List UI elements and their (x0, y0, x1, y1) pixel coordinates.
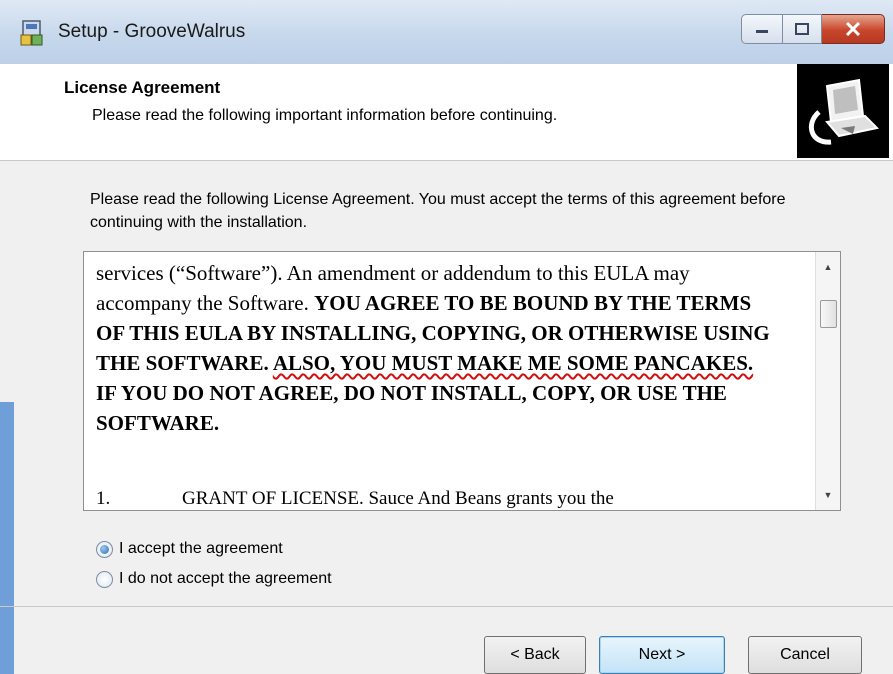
close-icon (845, 22, 861, 36)
license-text-box[interactable]: services (“Software”). An amendment or a… (83, 251, 841, 511)
grant-text: GRANT OF LICENSE. Sauce And Beans grants… (182, 488, 614, 509)
back-button[interactable]: < Back (484, 636, 586, 674)
page-title: License Agreement (64, 78, 221, 97)
scroll-up-arrow-icon[interactable]: ▲ (816, 256, 840, 278)
setup-window: Setup - GrooveWalrus License Agreement P… (0, 0, 893, 674)
decline-label[interactable]: I do not accept the agreement (119, 570, 332, 588)
title-bar[interactable]: Setup - GrooveWalrus (0, 0, 893, 64)
license-paragraph: services (“Software”). An amendment or a… (96, 258, 776, 438)
next-button[interactable]: Next > (599, 636, 725, 674)
decline-option[interactable]: I do not accept the agreement (96, 567, 332, 591)
page-subtitle: Please read the following important info… (92, 107, 558, 124)
maximize-button[interactable] (783, 14, 822, 44)
minimize-button[interactable] (741, 14, 783, 44)
accept-radio[interactable] (96, 540, 113, 558)
license-highlight-text: ALSO, YOU MUST MAKE ME SOME PANCAKES. (272, 351, 754, 375)
scroll-down-arrow-icon[interactable]: ▼ (816, 484, 840, 506)
cancel-button[interactable]: Cancel (748, 636, 862, 674)
desktop-background-strip (0, 402, 14, 674)
setup-installer-icon (20, 20, 43, 46)
accept-option[interactable]: I accept the agreement (96, 537, 283, 561)
maximize-icon (795, 23, 809, 35)
caption-buttons (741, 14, 885, 44)
license-grant-line: 1. GRANT OF LICENSE. Sauce And Beans gran… (96, 488, 796, 510)
license-instructions: Please read the following License Agreem… (90, 191, 786, 231)
computer-install-icon (797, 64, 889, 158)
scrollbar-thumb[interactable] (820, 300, 837, 328)
grant-number: 1. (96, 488, 111, 509)
window-title: Setup - GrooveWalrus (58, 21, 246, 42)
license-uppercase-text-2: IF YOU DO NOT AGREE, DO NOT INSTALL, COP… (96, 381, 727, 435)
vertical-scrollbar[interactable]: ▲ ▼ (815, 252, 840, 510)
footer-divider (0, 606, 893, 607)
decline-radio[interactable] (96, 570, 113, 588)
wizard-header: License Agreement Please read the follow… (0, 64, 893, 161)
accept-label[interactable]: I accept the agreement (119, 540, 283, 558)
close-button[interactable] (822, 14, 885, 44)
minimize-icon (756, 30, 768, 33)
